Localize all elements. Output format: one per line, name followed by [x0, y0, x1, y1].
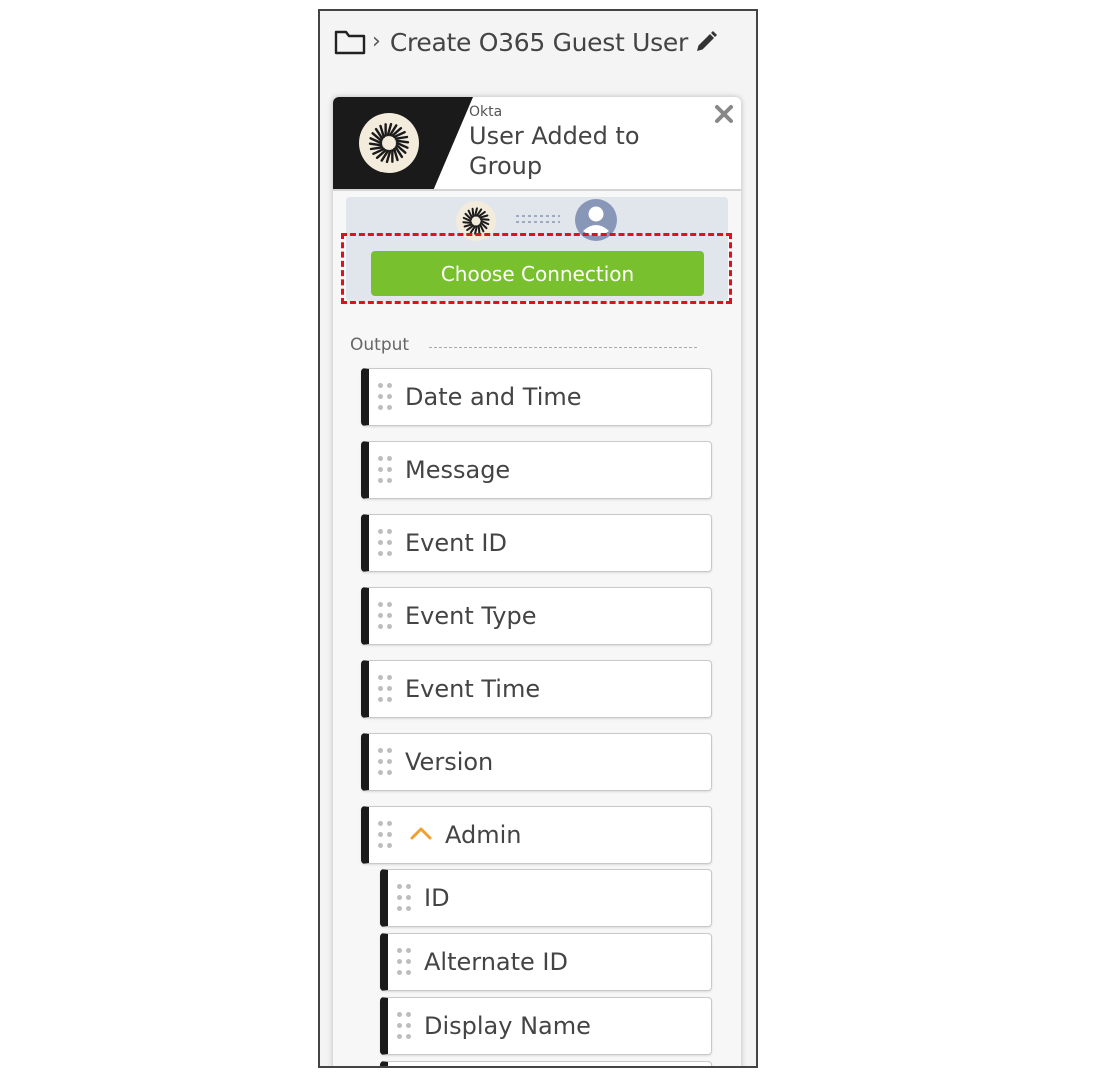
output-field-admin-display-name[interactable]: Display Name [380, 997, 712, 1055]
breadcrumb: › Create O365 Guest User [334, 25, 718, 59]
field-label: Message [405, 456, 511, 484]
output-field-event-id[interactable]: Event ID [361, 514, 712, 572]
drag-handle-icon[interactable] [396, 948, 412, 976]
output-field-event-type[interactable]: Event Type [361, 587, 712, 645]
drag-handle-icon[interactable] [377, 602, 393, 630]
edit-pencil-icon[interactable] [694, 30, 718, 54]
okta-logo-icon [359, 113, 419, 173]
connector-dots-icon [516, 215, 560, 223]
field-label: Event ID [405, 529, 507, 557]
highlight-annotation [341, 233, 732, 304]
output-field-admin-id[interactable]: ID [380, 869, 712, 927]
drag-handle-icon[interactable] [377, 675, 393, 703]
drag-handle-icon[interactable] [377, 821, 393, 849]
drag-handle-icon[interactable] [377, 383, 393, 411]
output-field-admin[interactable]: Admin [361, 806, 712, 864]
output-field-event-time[interactable]: Event Time [361, 660, 712, 718]
card-header: Okta User Added to Group [333, 97, 741, 191]
connection-area: Choose Connection [341, 197, 732, 304]
field-label: Version [405, 748, 494, 776]
output-field-version[interactable]: Version [361, 733, 712, 791]
field-label: Date and Time [405, 383, 582, 411]
drag-handle-icon[interactable] [396, 884, 412, 912]
trigger-name: User Added to Group [469, 122, 640, 180]
drag-handle-icon[interactable] [377, 529, 393, 557]
drag-handle-icon[interactable] [377, 748, 393, 776]
chevron-up-icon[interactable] [409, 825, 433, 841]
flow-title: Create O365 Guest User [389, 27, 688, 57]
app-name: Okta [469, 104, 503, 120]
field-label: Alternate ID [424, 948, 568, 976]
flow-editor-panel: › Create O365 Guest User Okta User Added… [318, 9, 758, 1068]
drag-handle-icon[interactable] [396, 1012, 412, 1040]
field-label: Event Time [405, 675, 541, 703]
field-label: ID [424, 884, 450, 912]
field-label: Display Name [424, 1012, 591, 1040]
close-icon[interactable] [713, 103, 735, 125]
output-divider [429, 347, 697, 348]
field-label: Event Type [405, 602, 537, 630]
output-field-admin-alternate-id[interactable]: Alternate ID [380, 933, 712, 991]
output-label: Output [350, 335, 410, 355]
chevron-right-icon: › [372, 29, 381, 54]
folder-icon[interactable] [334, 28, 366, 56]
output-field-message[interactable]: Message [361, 441, 712, 499]
output-field-admin-next[interactable] [380, 1061, 712, 1066]
trigger-card: Okta User Added to Group Choose Connecti… [333, 97, 741, 1066]
drag-handle-icon[interactable] [377, 456, 393, 484]
output-field-date-and-time[interactable]: Date and Time [361, 368, 712, 426]
field-label: Admin [445, 821, 522, 849]
